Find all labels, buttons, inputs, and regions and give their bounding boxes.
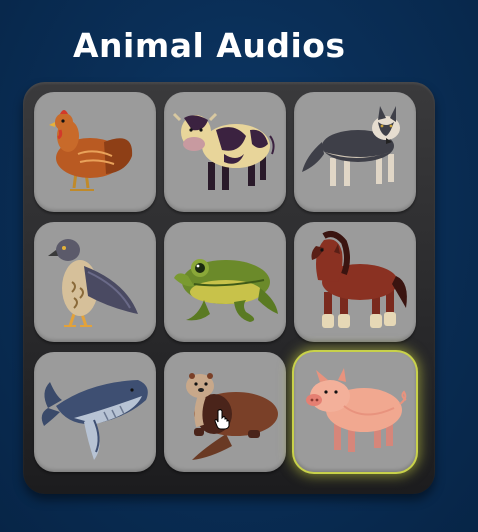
chicken-icon xyxy=(49,110,133,191)
tile-hawk[interactable] xyxy=(34,222,156,342)
whale-icon xyxy=(41,380,148,460)
tile-pig[interactable] xyxy=(294,352,416,472)
tile-horse[interactable] xyxy=(294,222,416,342)
tile-chicken[interactable] xyxy=(34,92,156,212)
tile-wolf[interactable] xyxy=(294,92,416,212)
hand-cursor-icon xyxy=(214,409,230,430)
cow-icon xyxy=(172,112,275,190)
horse-icon xyxy=(311,231,407,328)
wolf-icon xyxy=(302,106,400,186)
animal-grid xyxy=(23,82,435,494)
hawk-icon xyxy=(48,239,138,327)
frog-icon xyxy=(174,259,278,322)
pig-icon xyxy=(306,368,407,452)
tile-frog[interactable] xyxy=(164,222,286,342)
page-title: Animal Audios xyxy=(73,26,346,65)
tile-whale[interactable] xyxy=(34,352,156,472)
tile-cow[interactable] xyxy=(164,92,286,212)
